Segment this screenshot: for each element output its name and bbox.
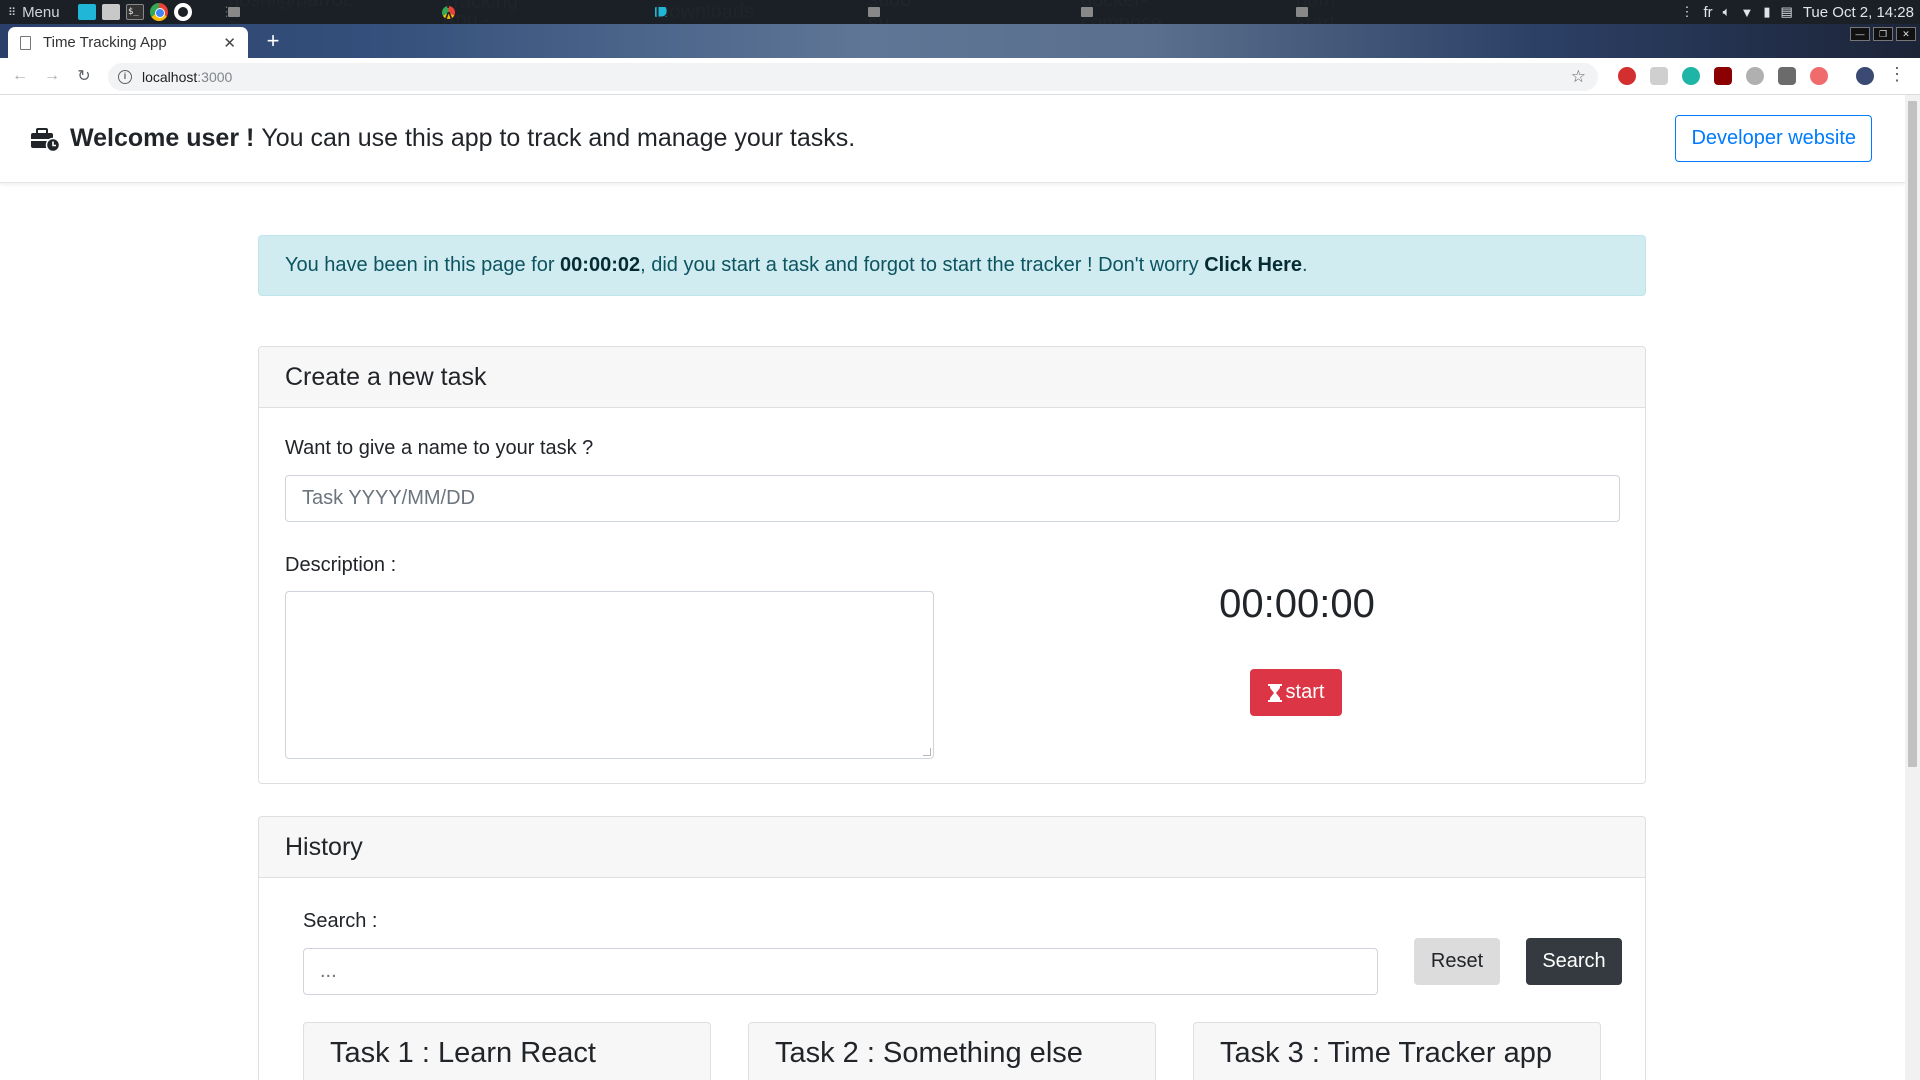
alert-suffix: . (1302, 254, 1308, 276)
reset-button[interactable]: Reset (1414, 938, 1500, 985)
star-icon[interactable]: ☆ (1571, 67, 1586, 87)
chrome-launcher-icon[interactable] (150, 3, 168, 21)
hourglass-icon (1267, 683, 1282, 702)
network-icon[interactable]: ▤ (1781, 4, 1793, 20)
system-tray: ⋮ fr 🔈︎ ▼ ▮ ▤ Tue Oct 2, 14:28 (1681, 0, 1920, 24)
welcome-heading: Welcome user ! (70, 124, 255, 152)
start-menu-label: Menu (22, 3, 60, 21)
resize-grip-icon[interactable] (923, 748, 931, 756)
extension-icon[interactable] (1682, 67, 1700, 85)
history-card: History Search : ... Reset Search Task 1… (258, 816, 1646, 1080)
extension-icon[interactable] (1650, 67, 1668, 85)
start-button-label: start (1285, 681, 1325, 703)
quick-launchers: $_ (78, 3, 192, 21)
timer-display: 00:00:00 (1219, 582, 1375, 626)
app-launcher-icon[interactable] (174, 3, 192, 21)
battery-icon[interactable]: ▮ (1763, 4, 1770, 20)
profile-avatar[interactable] (1856, 67, 1874, 85)
page-document-icon (20, 35, 31, 50)
task-card-title: Task 3 : Time Tracker app (1220, 1037, 1553, 1069)
taskbar-window-label: Downloads (655, 0, 754, 23)
keyboard-layout-indicator[interactable]: fr (1704, 4, 1713, 21)
task-card-title: Task 1 : Learn React (330, 1037, 596, 1069)
briefcase-clock-icon (31, 127, 60, 152)
page-scrollbar[interactable] (1905, 95, 1920, 1080)
scrollbar-thumb[interactable] (1908, 101, 1917, 767)
developer-website-button[interactable]: Developer website (1675, 115, 1872, 162)
taskbar-window-terminal[interactable]: hosni@parrot: ~ (228, 0, 354, 34)
task-name-label: Want to give a name to your task ? (285, 437, 594, 459)
browser-tab-active[interactable]: Time Tracking App ✕ (8, 27, 248, 58)
task-card-title: Task 2 : Something else (775, 1037, 1083, 1069)
extension-icon[interactable] (1778, 67, 1796, 85)
description-textarea[interactable] (285, 591, 934, 759)
address-bar[interactable]: i localhost:3000 ☆ (108, 63, 1598, 91)
taskbar-window-downloads[interactable]: Downloads (655, 0, 754, 24)
task-card[interactable]: Task 3 : Time Tracker app (1193, 1022, 1601, 1080)
window-controls: — ❐ ✕ (1850, 27, 1916, 41)
ublock-extension-icon[interactable] (1714, 67, 1732, 85)
task-name-input[interactable]: Task YYYY/MM/DD (285, 475, 1620, 522)
adblock-extension-icon[interactable] (1618, 67, 1636, 85)
os-taskbar: ⠿ Menu $_ ⋮ hosni@parrot: ~ Time Trackin… (0, 0, 1920, 57)
back-icon[interactable]: ← (4, 67, 36, 85)
search-input[interactable]: ... (303, 948, 1378, 995)
start-menu-button[interactable]: ⠿ Menu (0, 0, 74, 24)
description-label: Description : (285, 554, 397, 576)
tray-separator: ⋮ (1680, 4, 1694, 19)
editor-launcher-icon[interactable] (102, 4, 120, 20)
search-label: Search : (303, 910, 378, 932)
idle-alert: You have been in this page for 00:00:02,… (258, 235, 1646, 296)
taskbar-window-chrome[interactable]: Time Tracking App - Go... (442, 0, 518, 49)
task-card[interactable]: Task 1 : Learn React (303, 1022, 711, 1080)
url-host: localhost (142, 69, 198, 85)
history-header: History (259, 817, 1645, 878)
info-icon[interactable]: i (118, 70, 132, 84)
browser-tab-title: Time Tracking App (43, 34, 167, 51)
url-port: :3000 (197, 69, 233, 85)
terminal-launcher-icon[interactable]: $_ (126, 4, 144, 20)
alert-elapsed-time: 00:00:02 (560, 254, 641, 276)
start-timer-button[interactable]: start (1250, 669, 1342, 716)
close-tab-icon[interactable]: ✕ (223, 34, 236, 52)
taskbar-window-sudo-su[interactable]: sudo su (868, 0, 911, 34)
minimize-window-button[interactable]: — (1850, 27, 1870, 41)
files-launcher-icon[interactable] (78, 4, 96, 20)
reload-icon[interactable]: ↻ (68, 66, 100, 86)
alert-prefix: You have been in this page for (285, 254, 555, 276)
extension-icon[interactable] (1810, 67, 1828, 85)
alert-message: , did you start a task and forgot to sta… (640, 254, 1199, 276)
forward-icon[interactable]: → (36, 67, 68, 85)
welcome-subtitle: You can use this app to track and manage… (261, 124, 856, 152)
app-navbar: Welcome user ! You can use this app to t… (0, 95, 1905, 183)
alert-click-here-link[interactable]: Click Here (1204, 254, 1302, 277)
maximize-window-button[interactable]: ❐ (1873, 27, 1893, 41)
wifi-icon[interactable]: ▼ (1740, 5, 1753, 20)
browser-menu-icon[interactable]: ⋮ (1888, 64, 1906, 85)
extension-icon[interactable] (1746, 67, 1764, 85)
menu-grid-icon: ⠿ (8, 6, 17, 19)
clock[interactable]: Tue Oct 2, 14:28 (1803, 4, 1914, 21)
task-card[interactable]: Task 2 : Something else (748, 1022, 1156, 1080)
taskbar-window-npm[interactable]: npm start (1296, 0, 1335, 34)
volume-icon[interactable]: 🔈︎ (1723, 4, 1731, 20)
search-button[interactable]: Search (1526, 938, 1622, 985)
create-task-card: Create a new task Want to give a name to… (258, 346, 1646, 784)
close-window-button[interactable]: ✕ (1896, 27, 1916, 41)
new-tab-button[interactable]: + (260, 28, 286, 54)
browser-tab-strip: Time Tracking App ✕ + — ❐ ✕ (0, 24, 1920, 58)
page-viewport: Welcome user ! You can use this app to t… (0, 95, 1905, 1080)
create-task-header: Create a new task (259, 347, 1645, 408)
taskbar-window-docker[interactable]: sudo docker-compose up (1081, 0, 1162, 57)
